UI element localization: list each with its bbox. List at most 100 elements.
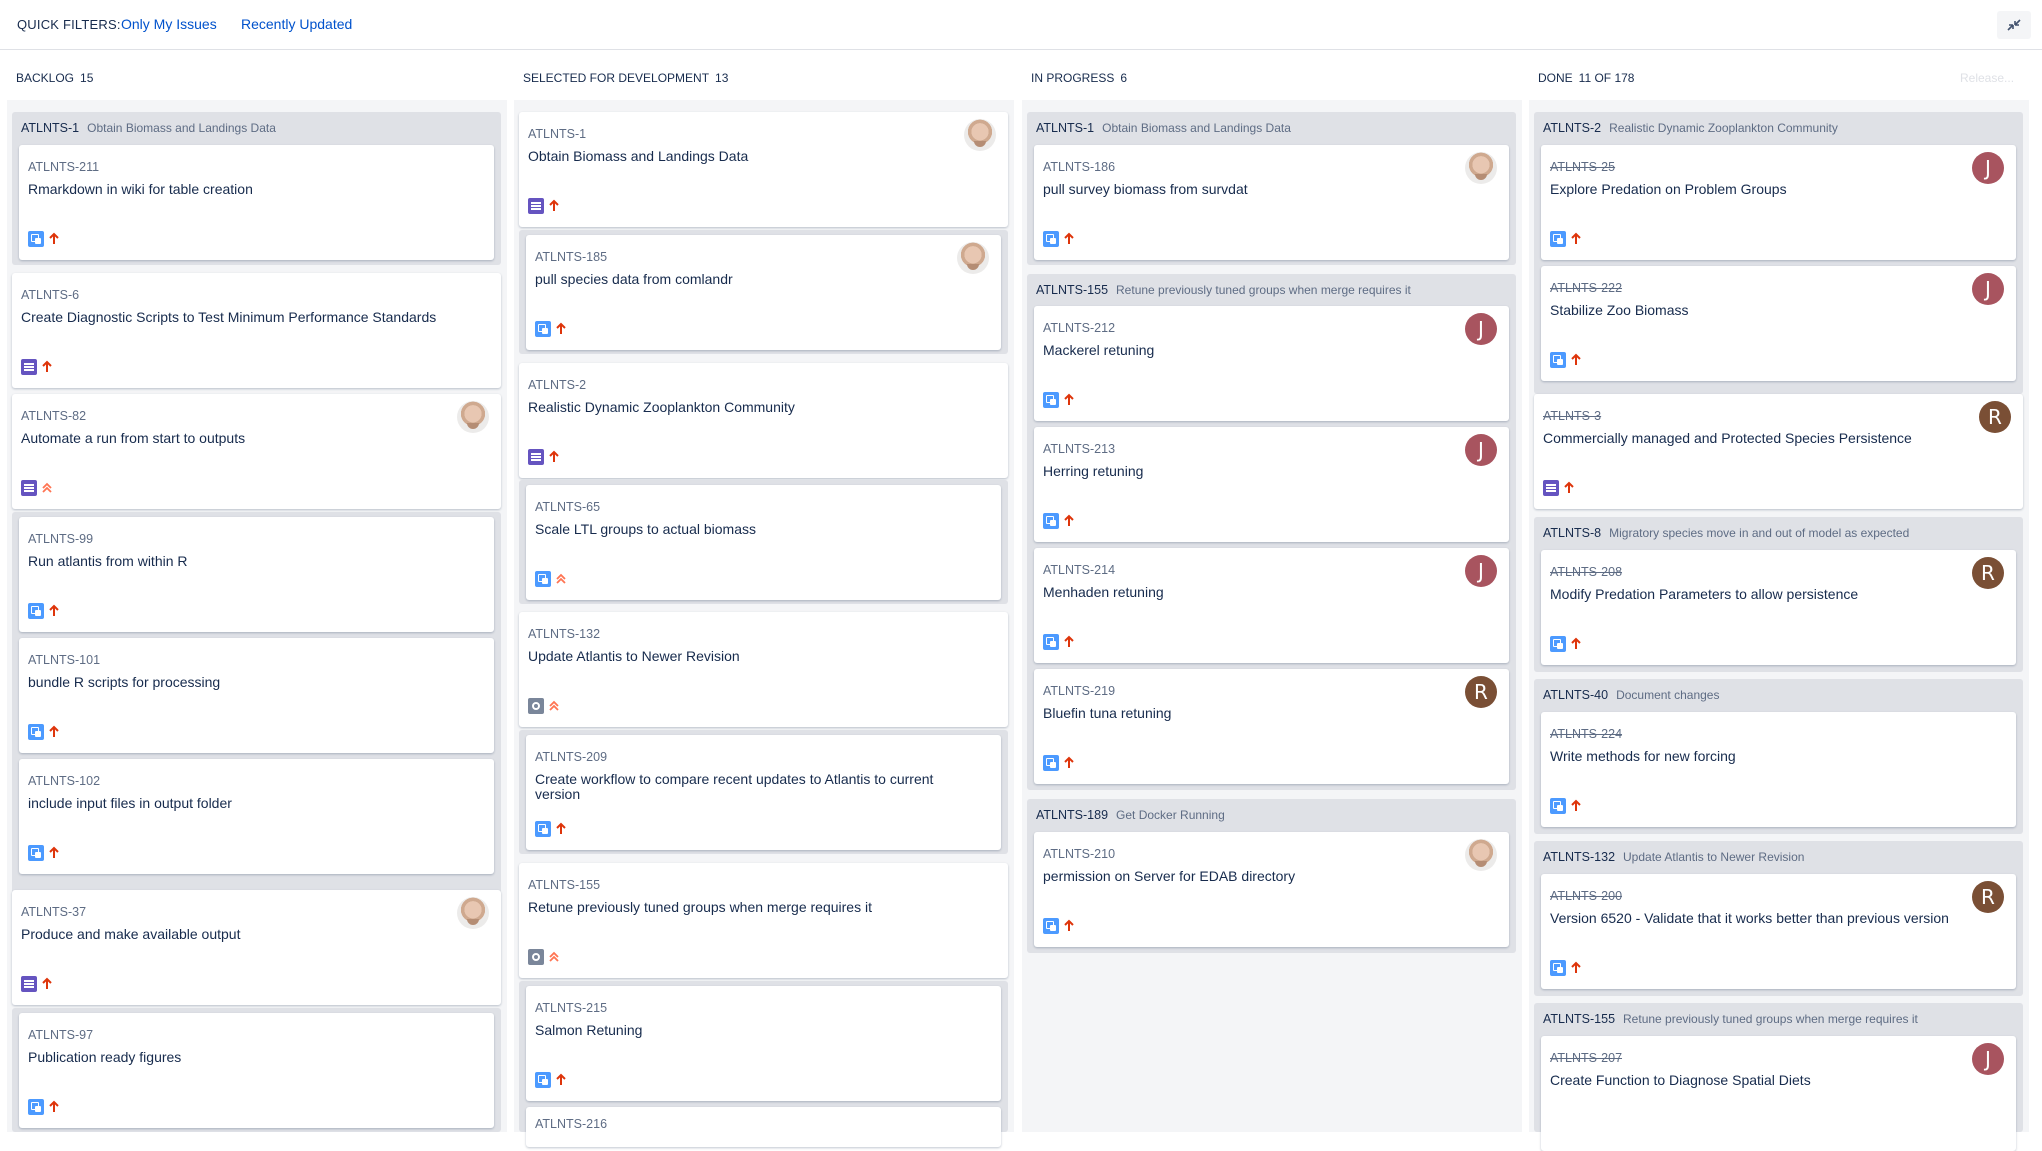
- issue-card[interactable]: ATLNTS-213 Herring retuning J: [1034, 427, 1509, 542]
- issue-card[interactable]: ATLNTS-82 Automate a run from start to o…: [12, 394, 501, 509]
- issue-key[interactable]: ATLNTS-219: [1043, 684, 1115, 698]
- collapse-button[interactable]: [1997, 11, 2031, 39]
- issue-card[interactable]: ATLNTS-65 Scale LTL groups to actual bio…: [526, 485, 1001, 600]
- issue-card[interactable]: ATLNTS-186 pull survey biomass from surv…: [1034, 145, 1509, 260]
- issue-card[interactable]: ATLNTS-101 bundle R scripts for processi…: [19, 638, 494, 753]
- issue-card[interactable]: ATLNTS-212 Mackerel retuning J: [1034, 306, 1509, 421]
- assignee-avatar[interactable]: J: [1465, 434, 1497, 466]
- issue-card[interactable]: ATLNTS-97 Publication ready figures: [19, 1013, 494, 1128]
- group-key: ATLNTS-1: [1036, 121, 1095, 135]
- issue-card[interactable]: ATLNTS-224 Write methods for new forcing: [1541, 712, 2016, 827]
- issue-key[interactable]: ATLNTS-211: [28, 160, 99, 174]
- group-header[interactable]: ATLNTS-1 Obtain Biomass and Landings Data: [21, 121, 276, 135]
- issue-card[interactable]: ATLNTS-200 Version 6520 - Validate that …: [1541, 874, 2016, 989]
- high-priority-icon: [42, 360, 52, 372]
- issue-key[interactable]: ATLNTS-82: [21, 409, 86, 423]
- issue-card[interactable]: ATLNTS-25 Explore Predation on Problem G…: [1541, 145, 2016, 260]
- assignee-avatar[interactable]: [457, 401, 489, 433]
- issue-card[interactable]: ATLNTS-214 Menhaden retuning J: [1034, 548, 1509, 663]
- issue-key[interactable]: ATLNTS-97: [28, 1028, 93, 1042]
- group-header[interactable]: ATLNTS-155 Retune previously tuned groups…: [1543, 1012, 1918, 1026]
- issue-key[interactable]: ATLNTS-25: [1550, 160, 1615, 174]
- assignee-avatar[interactable]: R: [1972, 881, 2004, 913]
- issue-key[interactable]: ATLNTS-185: [535, 250, 607, 264]
- group-header[interactable]: ATLNTS-8 Migratory species move in and ou…: [1543, 526, 1909, 540]
- issue-card[interactable]: ATLNTS-210 permission on Server for EDAB…: [1034, 832, 1509, 947]
- issue-key[interactable]: ATLNTS-37: [21, 905, 86, 919]
- issue-card[interactable]: ATLNTS-6 Create Diagnostic Scripts to Te…: [12, 273, 501, 388]
- issue-card[interactable]: ATLNTS-207 Create Function to Diagnose S…: [1541, 1036, 2016, 1151]
- group-header[interactable]: ATLNTS-132 Update Atlantis to Newer Revis…: [1543, 850, 1804, 864]
- issue-card[interactable]: ATLNTS-185 pull species data from comlan…: [526, 235, 1001, 350]
- issue-card[interactable]: ATLNTS-37 Produce and make available out…: [12, 890, 501, 1005]
- assignee-avatar[interactable]: J: [1972, 273, 2004, 305]
- issue-card[interactable]: ATLNTS-216: [526, 1107, 1001, 1147]
- issue-key[interactable]: ATLNTS-210: [1043, 847, 1115, 861]
- issue-key[interactable]: ATLNTS-208: [1550, 565, 1622, 579]
- issue-key[interactable]: ATLNTS-2: [528, 378, 586, 392]
- quick-filter-recently-updated[interactable]: Recently Updated: [241, 16, 352, 32]
- swimlane-group: ATLNTS-1 Obtain Biomass and Landings Data…: [12, 112, 501, 265]
- issue-key[interactable]: ATLNTS-209: [535, 750, 607, 764]
- column-name: IN PROGRESS: [1031, 71, 1115, 85]
- collapse-icon: [2007, 19, 2021, 31]
- assignee-avatar[interactable]: R: [1979, 401, 2011, 433]
- assignee-avatar[interactable]: [1465, 839, 1497, 871]
- assignee-avatar[interactable]: [457, 897, 489, 929]
- group-header[interactable]: ATLNTS-2 Realistic Dynamic Zooplankton Co…: [1543, 121, 1838, 135]
- column-header-selected: SELECTED FOR DEVELOPMENT 13: [523, 71, 728, 85]
- assignee-avatar[interactable]: [957, 242, 989, 274]
- issue-key[interactable]: ATLNTS-207: [1550, 1051, 1622, 1065]
- issue-key[interactable]: ATLNTS-6: [21, 288, 79, 302]
- swimlane-group: ATLNTS-132 Update Atlantis to Newer Revis…: [1534, 841, 2023, 996]
- issue-key[interactable]: ATLNTS-102: [28, 774, 100, 788]
- issue-key[interactable]: ATLNTS-99: [28, 532, 93, 546]
- group-summary: Get Docker Running: [1116, 808, 1225, 822]
- assignee-avatar[interactable]: R: [1972, 557, 2004, 589]
- issue-key[interactable]: ATLNTS-101: [28, 653, 100, 667]
- issue-key[interactable]: ATLNTS-3: [1543, 409, 1601, 423]
- issue-card[interactable]: ATLNTS-208 Modify Predation Parameters t…: [1541, 550, 2016, 665]
- group-key: ATLNTS-189: [1036, 808, 1109, 822]
- assignee-avatar[interactable]: J: [1465, 313, 1497, 345]
- issue-card[interactable]: ATLNTS-155 Retune previously tuned group…: [519, 863, 1008, 978]
- group-header[interactable]: ATLNTS-155 Retune previously tuned groups…: [1036, 283, 1411, 297]
- issue-key[interactable]: ATLNTS-186: [1043, 160, 1115, 174]
- issue-card[interactable]: ATLNTS-3 Commercially managed and Protec…: [1534, 394, 2023, 509]
- issue-key[interactable]: ATLNTS-216: [535, 1117, 607, 1131]
- issue-card[interactable]: ATLNTS-222 Stabilize Zoo Biomass J: [1541, 266, 2016, 381]
- issue-key[interactable]: ATLNTS-200: [1550, 889, 1622, 903]
- issue-key[interactable]: ATLNTS-213: [1043, 442, 1115, 456]
- issue-card[interactable]: ATLNTS-102 include input files in output…: [19, 759, 494, 874]
- issue-summary: bundle R scripts for processing: [28, 674, 221, 690]
- quick-filter-only-my-issues[interactable]: Only My Issues: [121, 16, 217, 32]
- issue-key[interactable]: ATLNTS-224: [1550, 727, 1622, 741]
- group-header[interactable]: ATLNTS-40 Document changes: [1543, 688, 1719, 702]
- group-header[interactable]: ATLNTS-189 Get Docker Running: [1036, 808, 1225, 822]
- release-link[interactable]: Release...: [1960, 71, 2014, 85]
- assignee-avatar[interactable]: J: [1972, 152, 2004, 184]
- highest-priority-icon: [549, 951, 559, 962]
- assignee-avatar[interactable]: R: [1465, 676, 1497, 708]
- issue-key[interactable]: ATLNTS-212: [1043, 321, 1115, 335]
- issue-card[interactable]: ATLNTS-99 Run atlantis from within R: [19, 517, 494, 632]
- issue-card[interactable]: ATLNTS-215 Salmon Retuning: [526, 986, 1001, 1101]
- assignee-avatar[interactable]: [964, 119, 996, 151]
- issue-key[interactable]: ATLNTS-214: [1043, 563, 1115, 577]
- issue-key[interactable]: ATLNTS-1: [528, 127, 586, 141]
- assignee-avatar[interactable]: J: [1465, 555, 1497, 587]
- issue-card[interactable]: ATLNTS-219 Bluefin tuna retuning R: [1034, 669, 1509, 784]
- issue-card[interactable]: ATLNTS-209 Create workflow to compare re…: [526, 735, 1001, 850]
- issue-card[interactable]: ATLNTS-211 Rmarkdown in wiki for table c…: [19, 145, 494, 260]
- issue-card[interactable]: ATLNTS-2 Realistic Dynamic Zooplankton C…: [519, 363, 1008, 478]
- issue-key[interactable]: ATLNTS-215: [535, 1001, 607, 1015]
- assignee-avatar[interactable]: [1465, 152, 1497, 184]
- issue-key[interactable]: ATLNTS-155: [528, 878, 600, 892]
- assignee-avatar[interactable]: J: [1972, 1043, 2004, 1075]
- issue-key[interactable]: ATLNTS-65: [535, 500, 600, 514]
- issue-key[interactable]: ATLNTS-222: [1550, 281, 1622, 295]
- issue-card[interactable]: ATLNTS-132 Update Atlantis to Newer Revi…: [519, 612, 1008, 727]
- group-header[interactable]: ATLNTS-1 Obtain Biomass and Landings Data: [1036, 121, 1291, 135]
- issue-card[interactable]: ATLNTS-1 Obtain Biomass and Landings Dat…: [519, 112, 1008, 227]
- issue-key[interactable]: ATLNTS-132: [528, 627, 600, 641]
